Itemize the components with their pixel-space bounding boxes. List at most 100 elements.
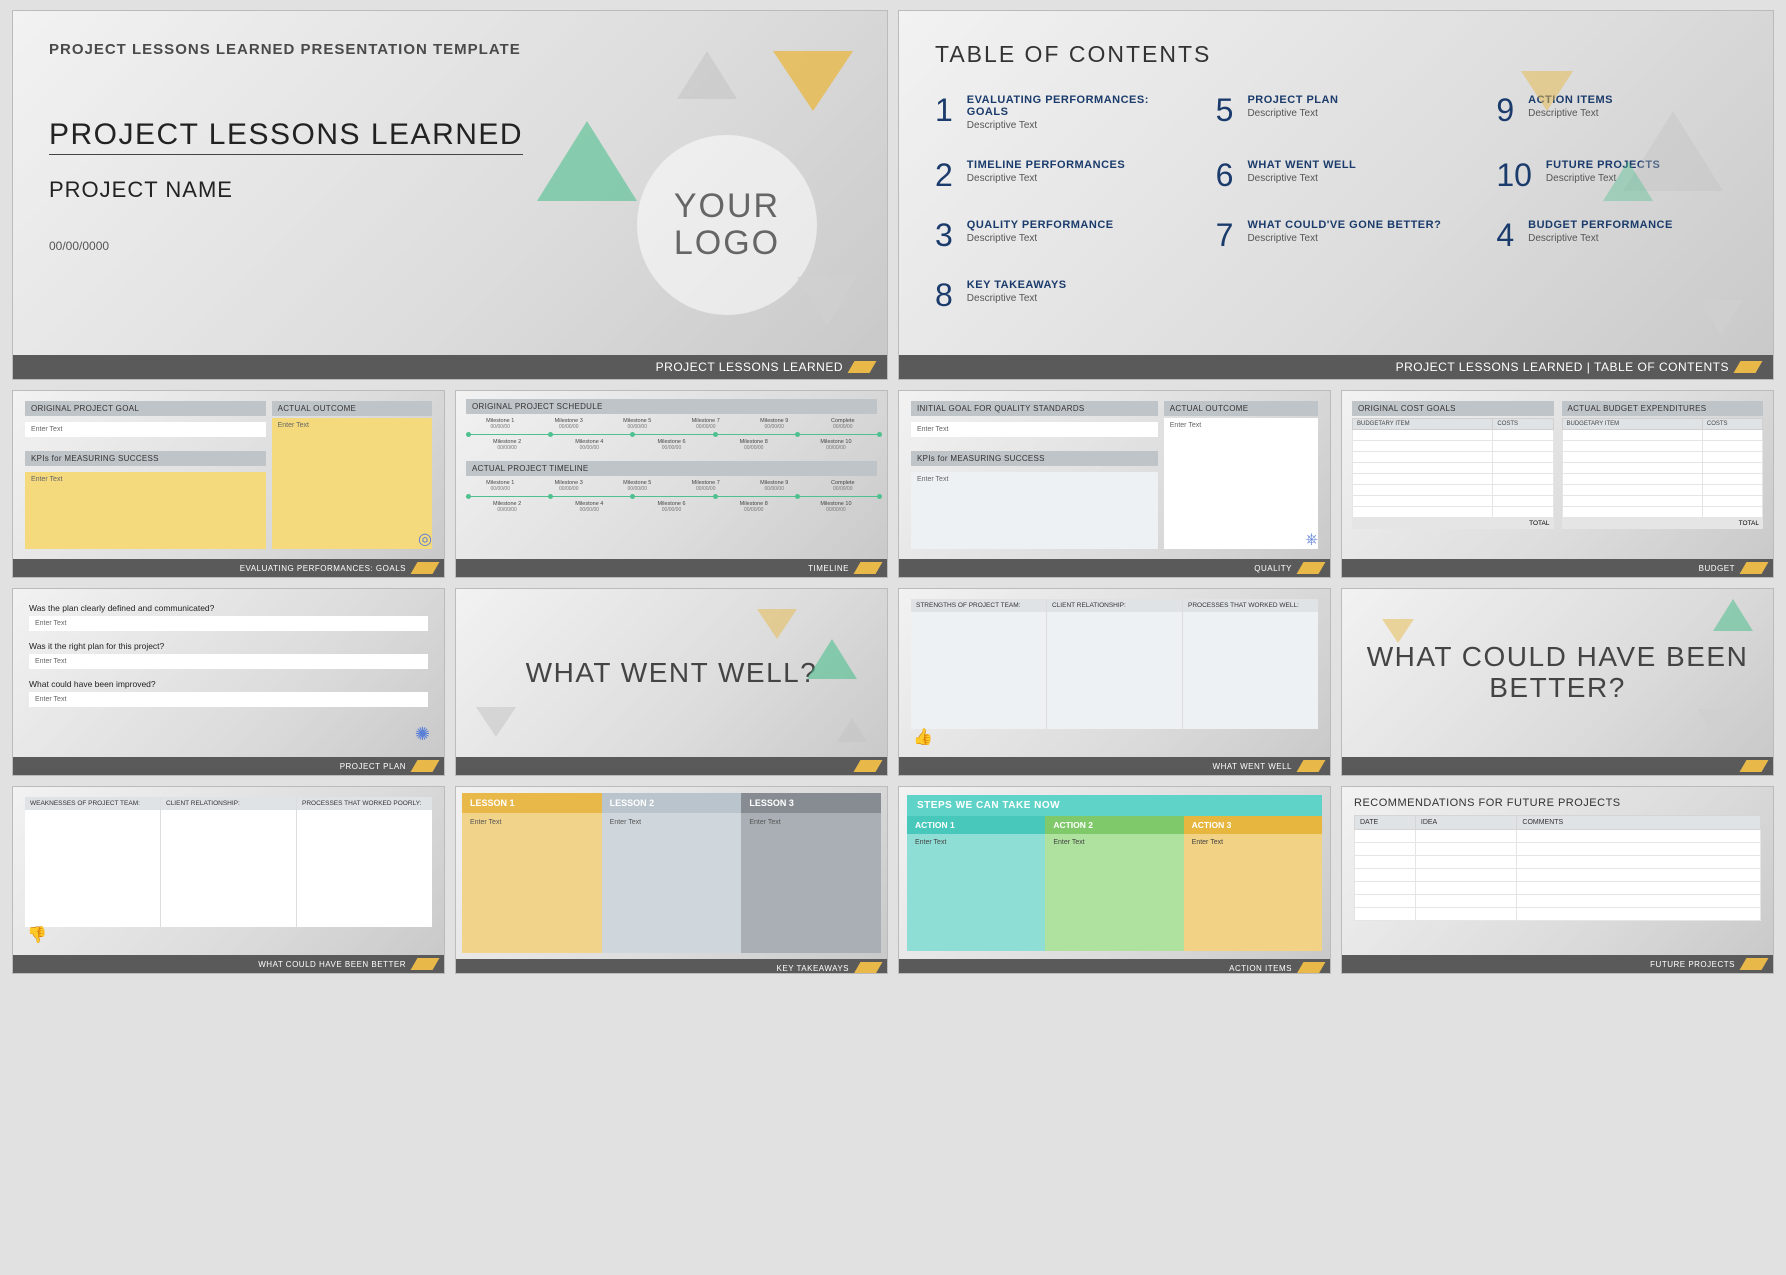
- answer-1[interactable]: Enter Text: [29, 616, 428, 631]
- kpi-field[interactable]: Enter Text: [25, 472, 266, 549]
- triangle-icon: [773, 51, 853, 111]
- accent-stripe: [854, 760, 883, 772]
- toc-number: 2: [935, 159, 953, 191]
- lesson-1-hdr: LESSON 1: [462, 793, 602, 813]
- triangle-icon: [757, 609, 797, 639]
- lesson-2-txt[interactable]: Enter Text: [602, 813, 742, 953]
- toc-item: 4BUDGET PERFORMANCEDescriptive Text: [1496, 219, 1737, 251]
- slide-what-went-well-detail: STRENGTHS OF PROJECT TEAM: CLIENT RELATI…: [898, 588, 1331, 776]
- toc-item-desc: Descriptive Text: [1528, 108, 1613, 119]
- toc-number: 10: [1496, 159, 1532, 191]
- slide-footer: KEY TAKEAWAYS: [456, 959, 887, 974]
- cost-goals-header: ORIGINAL COST GOALS: [1352, 401, 1554, 416]
- toc-item: 9ACTION ITEMSDescriptive Text: [1496, 94, 1737, 131]
- col-comments: COMMENTS: [1517, 816, 1761, 830]
- toc-item-title: PROJECT PLAN: [1247, 94, 1338, 106]
- col-client: CLIENT RELATIONSHIP:: [1047, 599, 1182, 612]
- thumbs-down-icon: 👎: [27, 925, 47, 945]
- toc-item: 10 FUTURE PROJECTS Descriptive Text: [1496, 159, 1737, 191]
- weakness-table: WEAKNESSES OF PROJECT TEAM: CLIENT RELAT…: [25, 797, 432, 927]
- page-title: PROJECT LESSONS LEARNED: [49, 118, 523, 155]
- toc-number: 8: [935, 279, 953, 311]
- toc-item-title: FUTURE PROJECTS: [1546, 159, 1660, 171]
- accent-stripe: [1740, 562, 1769, 574]
- accent-stripe: [854, 562, 883, 574]
- footer-text: ACTION ITEMS: [1229, 964, 1292, 973]
- quality-goal-header: INITIAL GOAL FOR QUALITY STANDARDS: [911, 401, 1158, 416]
- slide-better-detail: WEAKNESSES OF PROJECT TEAM: CLIENT RELAT…: [12, 786, 445, 974]
- slide-future-projects: RECOMMENDATIONS FOR FUTURE PROJECTS DATE…: [1341, 786, 1774, 974]
- balloon-icon: ⎈: [1305, 531, 1318, 549]
- actual-budget-header: ACTUAL BUDGET EXPENDITURES: [1562, 401, 1764, 416]
- col-strengths: STRENGTHS OF PROJECT TEAM:: [911, 599, 1046, 612]
- lesson-2-hdr: LESSON 2: [602, 793, 742, 813]
- question-3: What could have been improved?: [29, 679, 428, 689]
- triangle-icon: [837, 718, 867, 742]
- lesson-3-hdr: LESSON 3: [741, 793, 881, 813]
- toc-item-title: WHAT COULD'VE GONE BETTER?: [1247, 219, 1441, 231]
- outcome-field[interactable]: Enter Text: [272, 418, 432, 549]
- slide-footer: ACTION ITEMS: [899, 959, 1330, 974]
- question-2: Was it the right plan for this project?: [29, 641, 428, 651]
- action-3-txt[interactable]: Enter Text: [1184, 834, 1322, 951]
- footer-text: KEY TAKEAWAYS: [777, 964, 849, 973]
- action-2-hdr: ACTION 2: [1045, 816, 1183, 834]
- toc-item: 6WHAT WENT WELLDescriptive Text: [1216, 159, 1457, 191]
- slide-better-title: WHAT COULD HAVE BEEN BETTER?: [1341, 588, 1774, 776]
- slide-what-went-well-title: WHAT WENT WELL?: [455, 588, 888, 776]
- slide-footer: BUDGET: [1342, 559, 1773, 577]
- answer-3[interactable]: Enter Text: [29, 692, 428, 707]
- logo-placeholder: YOUR LOGO: [637, 135, 817, 315]
- schedule-header: ORIGINAL PROJECT SCHEDULE: [466, 399, 877, 414]
- accent-stripe: [1297, 760, 1326, 772]
- col-date: DATE: [1355, 816, 1416, 830]
- toc-item-desc: Descriptive Text: [967, 120, 1176, 131]
- total-label: TOTAL: [1562, 518, 1764, 529]
- quality-goal-field[interactable]: Enter Text: [911, 422, 1158, 437]
- big-question: WHAT COULD HAVE BEEN BETTER?: [1358, 642, 1757, 704]
- toc-item-title: ACTION ITEMS: [1528, 94, 1613, 106]
- outcome-header: ACTUAL OUTCOME: [272, 401, 432, 416]
- slide-deck: PROJECT LESSONS LEARNED PRESENTATION TEM…: [12, 10, 1774, 974]
- recommendations-table: DATE IDEA COMMENTS: [1354, 815, 1761, 921]
- footer-text: PROJECT PLAN: [340, 762, 406, 771]
- toc-item-desc: Descriptive Text: [1247, 173, 1356, 184]
- toc-number: 7: [1216, 219, 1234, 251]
- footer-text: WHAT COULD HAVE BEEN BETTER: [258, 960, 406, 969]
- triangle-icon: [1713, 599, 1753, 631]
- slide-footer: WHAT COULD HAVE BEEN BETTER: [13, 955, 444, 973]
- toc-item: 7WHAT COULD'VE GONE BETTER?Descriptive T…: [1216, 219, 1457, 251]
- slide-goals: ORIGINAL PROJECT GOAL Enter Text KPIs fo…: [12, 390, 445, 578]
- actual-timeline: Milestone 100/00/00Milestone 300/00/00Mi…: [466, 480, 877, 513]
- accent-stripe: [848, 361, 877, 373]
- quality-outcome-field[interactable]: Enter Text: [1164, 418, 1318, 549]
- accent-stripe: [1740, 958, 1769, 970]
- answer-2[interactable]: Enter Text: [29, 654, 428, 669]
- schedule-timeline: Milestone 100/00/00Milestone 300/00/00Mi…: [466, 418, 877, 451]
- toc-item: 1EVALUATING PERFORMANCES: GOALSDescripti…: [935, 94, 1176, 131]
- triangle-icon: [677, 51, 737, 99]
- question-1: Was the plan clearly defined and communi…: [29, 603, 428, 613]
- triangle-icon: [476, 707, 516, 737]
- lesson-3-txt[interactable]: Enter Text: [741, 813, 881, 953]
- action-1-hdr: ACTION 1: [907, 816, 1045, 834]
- accent-stripe: [411, 562, 440, 574]
- col-client: CLIENT RELATIONSHIP:: [161, 797, 296, 810]
- toc-item-desc: Descriptive Text: [1546, 173, 1660, 184]
- lessons-columns: LESSON 1Enter Text LESSON 2Enter Text LE…: [462, 793, 881, 953]
- slide-footer: QUALITY: [899, 559, 1330, 577]
- triangle-icon: [797, 277, 857, 325]
- quality-kpi-field[interactable]: Enter Text: [911, 472, 1158, 549]
- goal-header: ORIGINAL PROJECT GOAL: [25, 401, 266, 416]
- accent-stripe: [1740, 760, 1769, 772]
- toc-item-desc: Descriptive Text: [967, 173, 1125, 184]
- goal-field[interactable]: Enter Text: [25, 422, 266, 437]
- action-2-txt[interactable]: Enter Text: [1045, 834, 1183, 951]
- lesson-1-txt[interactable]: Enter Text: [462, 813, 602, 953]
- slide-title: PROJECT LESSONS LEARNED PRESENTATION TEM…: [12, 10, 888, 380]
- slide-quality: INITIAL GOAL FOR QUALITY STANDARDS Enter…: [898, 390, 1331, 578]
- big-question: WHAT WENT WELL?: [526, 658, 818, 689]
- footer-text: BUDGET: [1699, 564, 1735, 573]
- action-1-txt[interactable]: Enter Text: [907, 834, 1045, 951]
- slide-footer: FUTURE PROJECTS: [1342, 955, 1773, 973]
